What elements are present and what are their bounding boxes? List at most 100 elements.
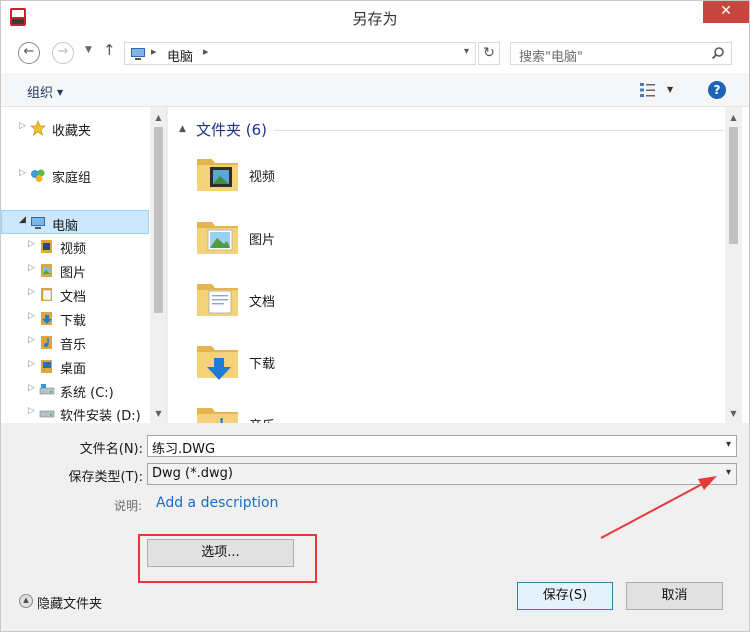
- pictures-library-icon: [41, 264, 52, 277]
- breadcrumb-separator-icon[interactable]: ▸: [203, 45, 209, 58]
- folder-item-music[interactable]: 音乐: [168, 396, 728, 423]
- sidebar-item-label: 视频: [60, 242, 87, 257]
- folder-label: 文档: [249, 295, 276, 310]
- up-arrow-icon[interactable]: ↑: [103, 41, 116, 59]
- folder-label: 音乐: [249, 415, 275, 423]
- expand-arrow-icon[interactable]: ▷: [28, 359, 35, 369]
- sidebar-item-videos[interactable]: ▷ 视频: [1, 234, 149, 258]
- search-icon[interactable]: [711, 46, 725, 60]
- caret-down-icon: ▼: [57, 88, 64, 97]
- sidebar-item-label: 家庭组: [52, 171, 92, 186]
- videos-library-icon: [41, 240, 52, 253]
- sidebar-item-drive-c[interactable]: ▷ 系统 (C:): [1, 378, 149, 402]
- folder-label: 视频: [249, 170, 276, 185]
- sidebar-item-label: 软件安装 (D:): [60, 409, 141, 423]
- expand-arrow-icon[interactable]: ▷: [28, 239, 35, 249]
- music-library-icon: [41, 336, 52, 349]
- expand-arrow-icon[interactable]: ▷: [28, 335, 35, 345]
- cancel-button[interactable]: 取消: [626, 582, 723, 610]
- address-dropdown-icon[interactable]: ▾: [464, 46, 469, 57]
- pictures-folder-icon: [197, 222, 238, 254]
- organize-menu[interactable]: 组织 ▼: [27, 82, 63, 101]
- help-icon[interactable]: ?: [708, 81, 726, 99]
- expand-arrow-icon[interactable]: ▷: [28, 406, 35, 416]
- homegroup-icon: [31, 169, 45, 182]
- expand-arrow-icon[interactable]: ▷: [19, 168, 26, 178]
- close-button[interactable]: ✕: [703, 1, 749, 23]
- filetype-select[interactable]: Dwg (*.dwg) ▾: [147, 463, 737, 485]
- sidebar-item-pictures[interactable]: ▷ 图片: [1, 258, 149, 282]
- scrollbar-thumb[interactable]: [154, 127, 163, 313]
- breadcrumb-item[interactable]: 电脑: [167, 46, 193, 65]
- dialog-title: 另存为: [352, 10, 398, 28]
- documents-folder-icon: [197, 284, 238, 316]
- expand-arrow-icon[interactable]: ▷: [19, 121, 26, 131]
- file-list-pane: ▲ 文件夹 (6) 视频 图片 文档 下载 ▲ ▼: [168, 107, 749, 423]
- computer-icon: [31, 217, 45, 229]
- add-description-link[interactable]: Add a description: [156, 495, 278, 511]
- search-input[interactable]: 搜索"电脑": [510, 42, 732, 65]
- forward-arrow-icon[interactable]: →: [52, 42, 74, 64]
- sidebar-item-label: 桌面: [60, 362, 87, 377]
- favorites-star-icon: [30, 120, 46, 136]
- sidebar-item-downloads[interactable]: ▷ 下载: [1, 306, 149, 330]
- computer-icon: [131, 48, 145, 60]
- sidebar-scrollbar[interactable]: ▲ ▼: [150, 107, 166, 423]
- sidebar-item-music[interactable]: ▷ 音乐: [1, 330, 149, 354]
- videos-folder-icon: [197, 159, 238, 191]
- system-drive-icon: [39, 384, 55, 395]
- sidebar-item-homegroup[interactable]: ▷ 家庭组: [1, 163, 149, 187]
- filetype-value: Dwg (*.dwg): [152, 466, 233, 481]
- address-bar[interactable]: ▸ 电脑 ▸ ▾: [124, 42, 476, 65]
- folder-item-pictures[interactable]: 图片: [168, 210, 728, 268]
- title-bar: 另存为 ✕: [1, 1, 749, 33]
- expand-arrow-icon[interactable]: ▷: [28, 287, 35, 297]
- filename-field[interactable]: 练习.DWG ▾: [147, 435, 737, 457]
- folder-item-videos[interactable]: 视频: [168, 147, 728, 205]
- downloads-icon: [41, 312, 52, 325]
- sidebar-item-label: 系统 (C:): [60, 386, 114, 401]
- navigation-bar: ← → ▼ ↑ ▸ 电脑 ▸ ▾ ↻ 搜索"电脑": [1, 33, 749, 73]
- refresh-icon[interactable]: ↻: [478, 42, 500, 65]
- group-collapse-icon[interactable]: ▲: [179, 124, 186, 134]
- scroll-up-icon[interactable]: ▲: [725, 109, 742, 126]
- folder-label: 下载: [249, 357, 276, 372]
- expand-arrow-icon[interactable]: ▷: [28, 383, 35, 393]
- sidebar-item-label: 音乐: [60, 338, 87, 353]
- expand-arrow-icon[interactable]: ▷: [28, 263, 35, 273]
- chevron-down-icon[interactable]: ▾: [726, 439, 731, 450]
- sidebar-item-favorites[interactable]: ▷ 收藏夹: [1, 116, 149, 140]
- content-scrollbar[interactable]: ▲ ▼: [725, 107, 742, 423]
- collapse-arrow-icon[interactable]: ◢: [19, 215, 26, 225]
- folder-item-downloads[interactable]: 下载: [168, 334, 728, 392]
- sidebar-item-computer[interactable]: ◢ 电脑: [1, 210, 149, 234]
- folder-item-documents[interactable]: 文档: [168, 272, 728, 330]
- sidebar-item-documents[interactable]: ▷ 文档: [1, 282, 149, 306]
- sidebar-item-label: 文档: [60, 290, 87, 305]
- folder-label: 图片: [249, 233, 276, 248]
- scroll-down-icon[interactable]: ▼: [150, 405, 166, 422]
- view-options-icon[interactable]: [638, 81, 658, 99]
- desktop-icon: [41, 360, 52, 373]
- annotation-highlight-box: [138, 534, 317, 583]
- filename-value[interactable]: 练习.DWG: [152, 438, 215, 457]
- back-arrow-icon[interactable]: ←: [18, 42, 40, 64]
- collapse-circle-icon: ▲: [19, 594, 33, 608]
- filetype-label: 保存类型(T):: [68, 470, 143, 485]
- view-dropdown-icon[interactable]: ▼: [667, 85, 673, 94]
- sidebar-item-drive-d[interactable]: ▷ 软件安装 (D:): [1, 401, 149, 423]
- expand-arrow-icon[interactable]: ▷: [28, 311, 35, 321]
- group-header[interactable]: 文件夹 (6): [196, 119, 267, 140]
- scroll-up-icon[interactable]: ▲: [150, 109, 166, 126]
- sidebar-item-label: 图片: [60, 266, 87, 281]
- save-button[interactable]: 保存(S): [517, 582, 613, 610]
- scrollbar-thumb[interactable]: [729, 127, 738, 244]
- sidebar-item-label: 收藏夹: [52, 124, 92, 139]
- description-label: 说明:: [114, 499, 143, 513]
- sidebar-item-desktop[interactable]: ▷ 桌面: [1, 354, 149, 378]
- documents-library-icon: [41, 288, 52, 301]
- breadcrumb-separator-icon[interactable]: ▸: [151, 45, 157, 58]
- chevron-down-icon[interactable]: ▼: [85, 45, 92, 55]
- scroll-down-icon[interactable]: ▼: [725, 405, 742, 422]
- chevron-down-icon[interactable]: ▾: [726, 467, 731, 478]
